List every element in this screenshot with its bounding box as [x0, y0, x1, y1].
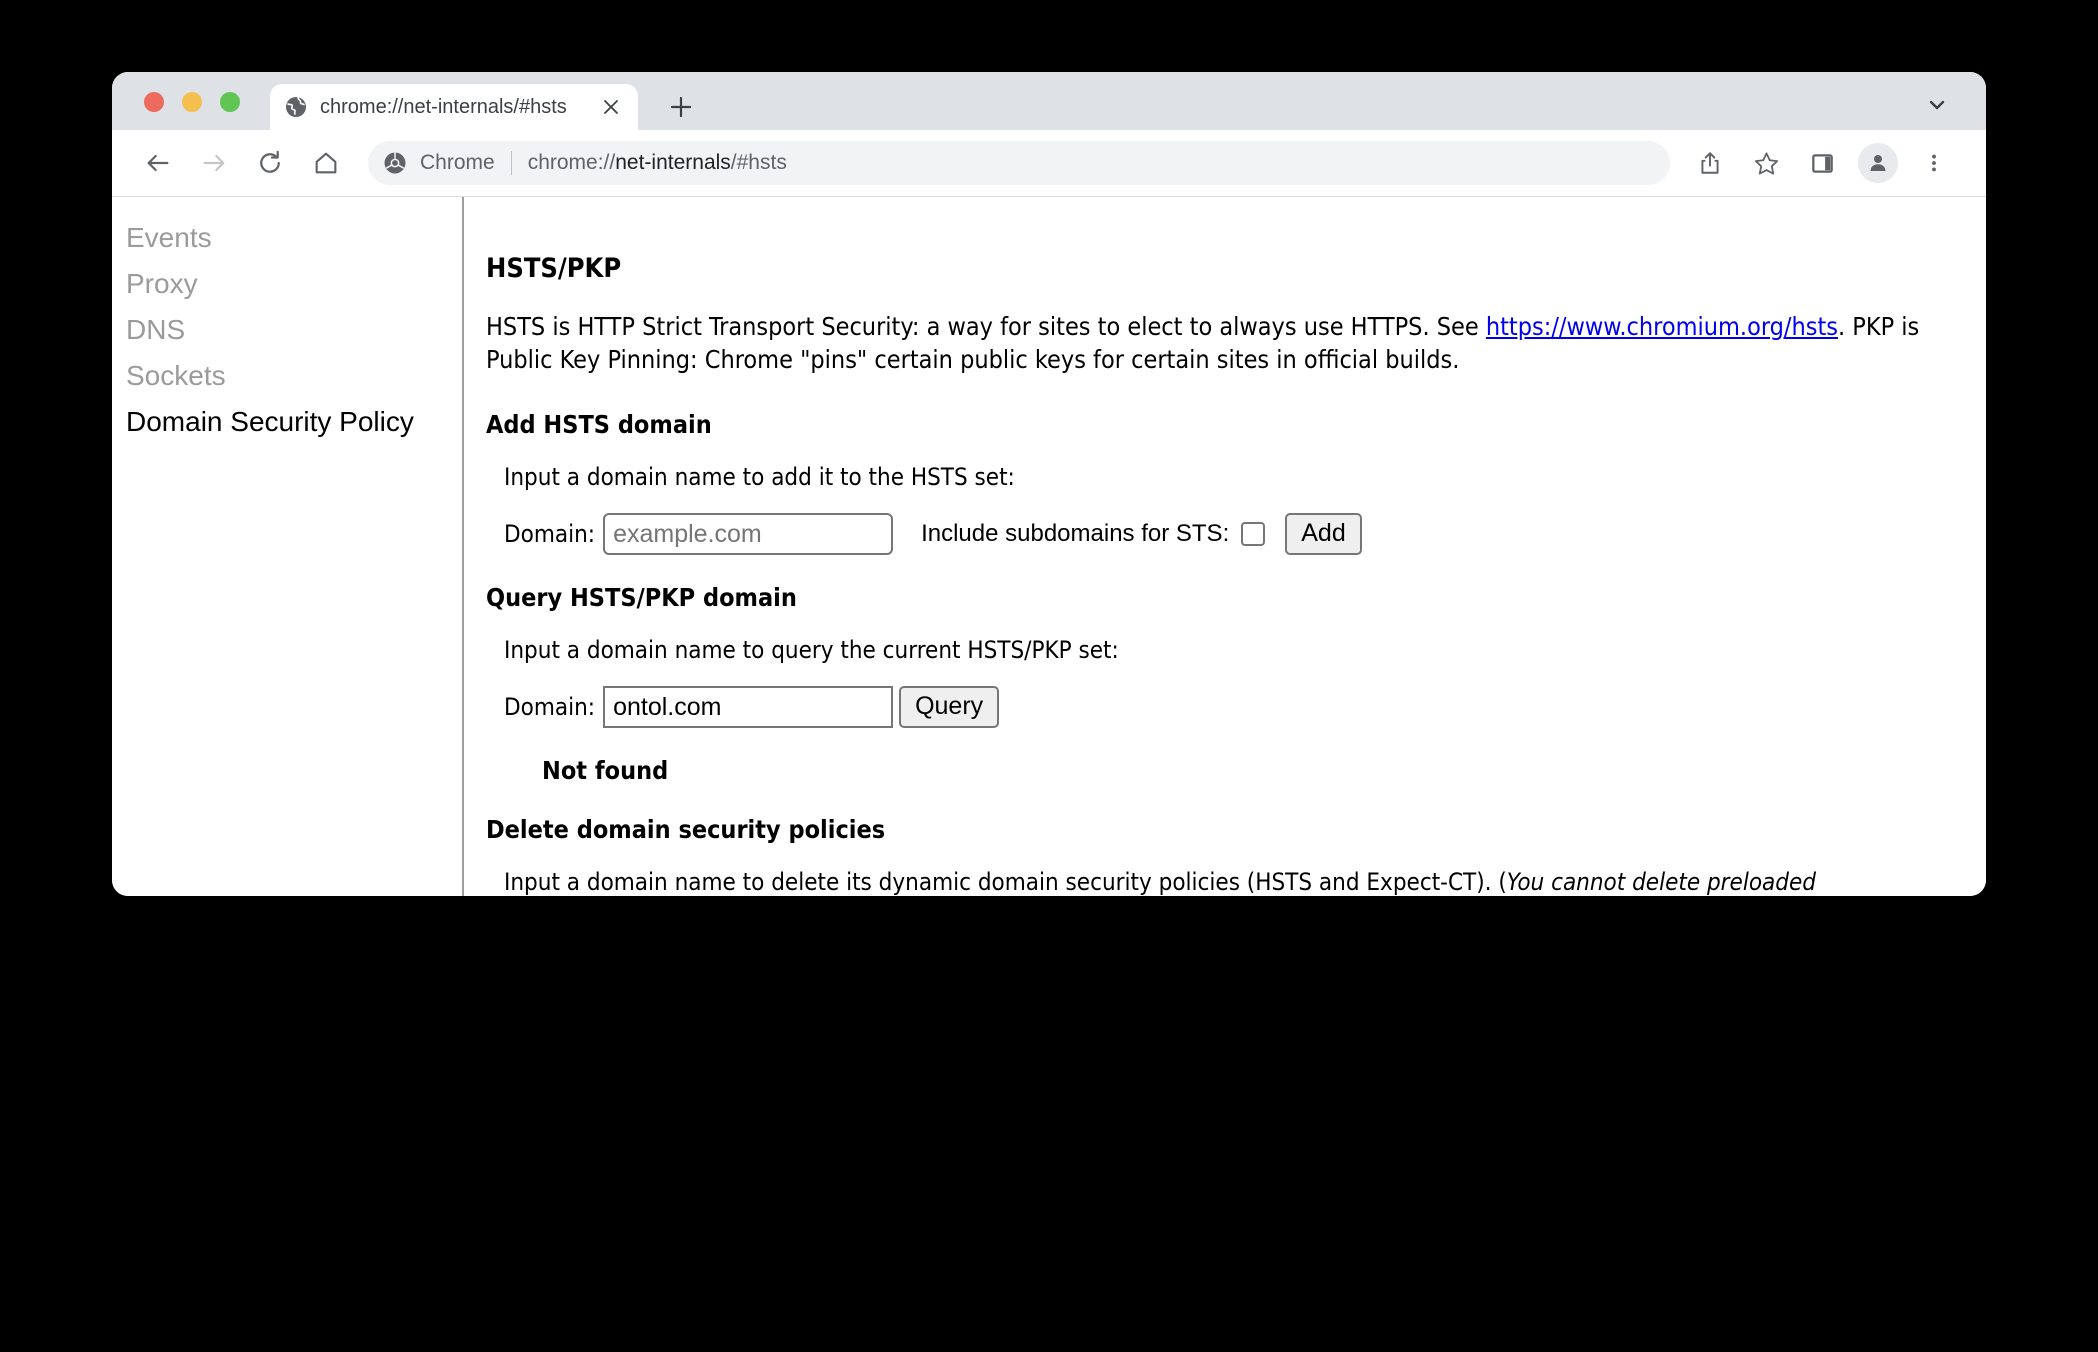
chevron-down-icon[interactable] — [1920, 88, 1954, 122]
query-domain-row: Domain: Query — [504, 686, 1946, 728]
chrome-logo-icon — [382, 150, 408, 176]
include-subdomains-label: Include subdomains for STS: — [921, 520, 1230, 547]
net-internals-sidebar: Events Proxy DNS Sockets Domain Security… — [112, 197, 464, 896]
include-subdomains-checkbox[interactable] — [1241, 522, 1266, 546]
close-icon[interactable] — [598, 94, 624, 120]
sidebar-item-domain-security-policy[interactable]: Domain Security Policy — [126, 399, 462, 445]
window-minimize-button[interactable] — [182, 92, 202, 112]
sidebar-item-sockets[interactable]: Sockets — [126, 353, 462, 399]
new-tab-button[interactable] — [664, 90, 698, 124]
omnibox-url-host: net-internals — [615, 151, 731, 174]
omnibox-brand-label: Chrome — [420, 151, 495, 174]
add-domain-input[interactable] — [603, 513, 894, 555]
star-icon[interactable] — [1744, 141, 1788, 185]
window-traffic-lights — [144, 92, 240, 112]
person-avatar-icon[interactable] — [1858, 143, 1898, 183]
query-section-description: Input a domain name to query the current… — [504, 636, 1119, 664]
intro-text-before: HSTS is HTTP Strict Transport Security: … — [486, 312, 1486, 341]
delete-section-body: Input a domain name to delete its dynami… — [486, 866, 1946, 896]
intro-paragraph: HSTS is HTTP Strict Transport Security: … — [486, 310, 1946, 376]
query-button[interactable]: Query — [899, 686, 1000, 728]
query-section-heading: Query HSTS/PKP domain — [486, 583, 797, 612]
forward-arrow-icon — [192, 141, 236, 185]
add-section-description: Input a domain name to add it to the HST… — [504, 463, 1015, 491]
hsts-panel: HSTS/PKP HSTS is HTTP Strict Transport S… — [464, 197, 1986, 896]
address-bar[interactable]: Chrome chrome://net-internals/#hsts — [368, 141, 1670, 185]
toolbar-actions — [1682, 141, 1962, 185]
side-panel-icon[interactable] — [1800, 141, 1844, 185]
omnibox-url-path: /#hsts — [730, 151, 787, 174]
back-arrow-icon[interactable] — [136, 141, 180, 185]
three-dot-menu-icon[interactable] — [1912, 141, 1956, 185]
chromium-hsts-link[interactable]: https://www.chromium.org/hsts — [1486, 312, 1838, 341]
share-icon[interactable] — [1688, 141, 1732, 185]
window-zoom-button[interactable] — [220, 92, 240, 112]
sidebar-item-dns[interactable]: DNS — [126, 307, 462, 353]
tab-strip: chrome://net-internals/#hsts — [112, 72, 1986, 130]
omnibox-separator — [510, 151, 512, 175]
sidebar-item-proxy[interactable]: Proxy — [126, 261, 462, 307]
query-section-body: Input a domain name to query the current… — [486, 634, 1946, 785]
delete-section-description: Input a domain name to delete its dynami… — [504, 866, 1904, 896]
query-domain-label: Domain: — [504, 693, 596, 721]
add-section-body: Input a domain name to add it to the HST… — [486, 461, 1946, 555]
add-section-heading: Add HSTS domain — [486, 410, 712, 439]
browser-tab[interactable]: chrome://net-internals/#hsts — [270, 84, 638, 130]
sidebar-item-events[interactable]: Events — [126, 215, 462, 261]
browser-toolbar: Chrome chrome://net-internals/#hsts — [112, 130, 1986, 196]
query-result-text: Not found — [542, 756, 669, 785]
delete-description-before: Input a domain name to delete its dynami… — [504, 868, 1507, 896]
add-button[interactable]: Add — [1285, 513, 1362, 555]
reload-icon[interactable] — [248, 141, 292, 185]
page-content: Events Proxy DNS Sockets Domain Security… — [112, 196, 1986, 896]
add-domain-row: Domain: Include subdomains for STS: Add — [504, 513, 1946, 555]
omnibox-url-prefix: chrome:// — [527, 151, 616, 174]
query-domain-input[interactable] — [603, 686, 894, 728]
page-title: HSTS/PKP — [486, 253, 622, 284]
omnibox-url[interactable]: chrome://net-internals/#hsts — [528, 151, 787, 175]
window-close-button[interactable] — [144, 92, 164, 112]
globe-icon — [284, 95, 308, 119]
tab-title: chrome://net-internals/#hsts — [320, 95, 567, 118]
browser-window: chrome://net-internals/#hsts Chrome chro… — [112, 72, 1986, 896]
home-icon[interactable] — [304, 141, 348, 185]
delete-section-heading: Delete domain security policies — [486, 815, 886, 844]
add-domain-label: Domain: — [504, 520, 596, 548]
